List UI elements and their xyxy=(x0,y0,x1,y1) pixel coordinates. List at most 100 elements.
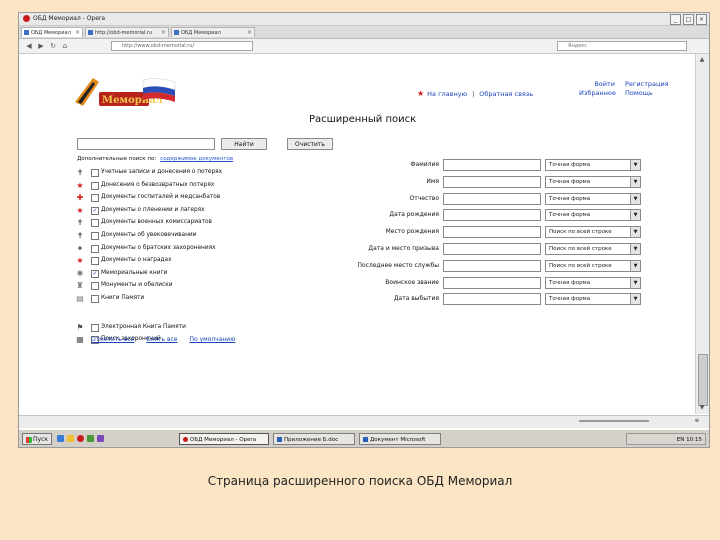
match-mode-select[interactable]: Точная форма ▼ xyxy=(545,159,641,171)
category-checkbox[interactable] xyxy=(91,257,99,266)
field-input[interactable] xyxy=(443,175,541,188)
quicklaunch-opera-icon[interactable] xyxy=(77,435,84,442)
dropdown-arrow-icon[interactable]: ▼ xyxy=(630,227,640,238)
search-field-row: Воинское звание Точная форма ▼ xyxy=(359,276,649,293)
category-item[interactable]: ★ Документы о наградах xyxy=(75,254,375,267)
match-mode-select[interactable]: Поиск по всей строке ▼ xyxy=(545,226,641,239)
dropdown-arrow-icon[interactable]: ▼ xyxy=(630,243,640,254)
login-link[interactable]: Войти xyxy=(579,80,615,89)
quicklaunch-folder-icon[interactable] xyxy=(67,435,74,442)
vertical-scrollbar[interactable]: ▲ ▼ xyxy=(695,54,709,414)
category-checkbox[interactable]: ✓ xyxy=(91,269,99,278)
category-item[interactable]: ✱ ✓ Мемориальные книги xyxy=(75,267,375,280)
dropdown-arrow-icon[interactable]: ▼ xyxy=(630,277,640,288)
category-item[interactable]: ★ ✓ Документы о пленении и лагерях xyxy=(75,204,375,217)
field-input[interactable] xyxy=(443,226,541,239)
category-item[interactable]: ✦ Документы о братских захоронениях xyxy=(75,242,375,255)
dropdown-arrow-icon[interactable]: ▼ xyxy=(630,176,640,187)
match-mode-select[interactable]: Точная форма ▼ xyxy=(545,192,641,205)
quicklaunch-app-icon[interactable] xyxy=(97,435,104,442)
scroll-up-icon[interactable]: ▲ xyxy=(698,56,706,64)
match-mode-select[interactable]: Точная форма ▼ xyxy=(545,276,641,289)
field-input[interactable] xyxy=(443,259,541,272)
dropdown-arrow-icon[interactable]: ▼ xyxy=(630,294,640,305)
category-item[interactable]: ✝ Документы военных комиссариатов xyxy=(75,216,375,229)
help-link[interactable]: Помощь xyxy=(625,89,653,98)
category-checkbox[interactable] xyxy=(91,294,99,303)
favorites-link[interactable]: Избранное xyxy=(579,89,616,98)
home-icon[interactable]: ⌂ xyxy=(61,42,69,50)
forward-icon[interactable]: ▶ xyxy=(37,42,45,50)
category-item[interactable]: ✝ Учетные записи и донесения о потерях xyxy=(75,166,375,179)
close-tab-icon[interactable]: × xyxy=(161,28,166,37)
category-item[interactable]: ▤ Книги Памяти xyxy=(75,292,375,305)
match-mode-select[interactable]: Точная форма ▼ xyxy=(545,175,641,188)
category-checkbox[interactable] xyxy=(91,181,99,190)
query-input[interactable] xyxy=(77,138,215,150)
default-link[interactable]: По умолчанию xyxy=(189,336,235,343)
home-link[interactable]: На главную xyxy=(427,90,467,98)
close-tab-icon[interactable]: × xyxy=(247,28,252,37)
address-field[interactable]: http://www.obd-memorial.ru/ xyxy=(111,41,253,51)
category-item[interactable]: ✝ Документы об увековечивании xyxy=(75,229,375,242)
category-item[interactable]: ★ Донесения о безвозвратных потерях xyxy=(75,179,375,192)
clear-all-link[interactable]: Снять все xyxy=(146,336,177,343)
category-label: Электронная Книга Памяти xyxy=(101,323,186,330)
dropdown-arrow-icon[interactable]: ▼ xyxy=(630,260,640,271)
category-checkbox[interactable]: ✓ xyxy=(91,206,99,215)
scroll-thumb[interactable] xyxy=(698,354,708,406)
category-checkbox[interactable] xyxy=(91,282,99,291)
field-input[interactable] xyxy=(443,242,541,255)
scroll-down-icon[interactable]: ▼ xyxy=(698,404,706,412)
category-checkbox[interactable] xyxy=(91,169,99,177)
category-checkbox[interactable] xyxy=(91,323,99,332)
quicklaunch-media-icon[interactable] xyxy=(87,435,94,442)
clear-button[interactable]: Очистить xyxy=(287,138,333,150)
select-all-link[interactable]: Отметить все xyxy=(91,336,134,343)
category-item[interactable]: ✚ Документы госпиталей и медсанбатов xyxy=(75,191,375,204)
category-checkbox[interactable] xyxy=(91,231,99,240)
zoom-icon[interactable]: ⊕ xyxy=(695,418,699,424)
start-button[interactable]: Пуск xyxy=(22,433,52,445)
match-mode-select[interactable]: Поиск по всей строке ▼ xyxy=(545,242,641,255)
maximize-button[interactable]: □ xyxy=(683,14,694,25)
search-field[interactable]: Яндекс xyxy=(557,41,687,51)
feedback-link[interactable]: Обратная связь xyxy=(479,90,533,98)
close-button[interactable]: × xyxy=(696,14,707,25)
tab-obd-1[interactable]: ОБД Мемориал × xyxy=(21,27,83,37)
taskbar-window-doc[interactable]: Документ Microsoft xyxy=(359,433,441,445)
category-item[interactable]: ⚑ Электронная Книга Памяти xyxy=(75,321,375,334)
category-checkbox[interactable] xyxy=(91,244,99,253)
category-icon: ✱ xyxy=(76,268,84,278)
field-input[interactable] xyxy=(443,276,541,289)
additional-link[interactable]: содержимое документов xyxy=(160,156,233,162)
browser-titlebar: ОБД Мемориал - Opera _ □ × xyxy=(19,13,709,26)
register-link[interactable]: Регистрация xyxy=(625,80,669,89)
category-item[interactable]: ♜ Монументы и обелиски xyxy=(75,279,375,292)
dropdown-arrow-icon[interactable]: ▼ xyxy=(630,193,640,204)
tab-obd-2[interactable]: http://obd-memorial.ru × xyxy=(85,27,169,37)
category-checkbox[interactable] xyxy=(91,219,99,228)
field-input[interactable] xyxy=(443,209,541,222)
field-input[interactable] xyxy=(443,192,541,205)
minimize-button[interactable]: _ xyxy=(670,14,681,25)
close-tab-icon[interactable]: × xyxy=(75,28,80,37)
tab-obd-3[interactable]: ОБД Мемориал × xyxy=(171,27,255,37)
field-input[interactable] xyxy=(443,293,541,306)
field-input[interactable] xyxy=(443,159,541,171)
taskbar-window-word[interactable]: Приложение Б.doc xyxy=(273,433,355,445)
match-mode-select[interactable]: Поиск по всей строке ▼ xyxy=(545,259,641,272)
category-label: Документы военных комиссариатов xyxy=(101,219,212,226)
zoom-slider[interactable] xyxy=(579,420,649,422)
taskbar-window-opera[interactable]: ОБД Мемориал - Opera xyxy=(179,433,269,445)
match-mode-select[interactable]: Точная форма ▼ xyxy=(545,293,641,306)
back-icon[interactable]: ◀ xyxy=(25,42,33,50)
find-button[interactable]: Найти xyxy=(221,138,267,150)
quicklaunch-ie-icon[interactable] xyxy=(57,435,64,442)
dropdown-arrow-icon[interactable]: ▼ xyxy=(630,160,640,170)
match-mode-value: Точная форма xyxy=(549,279,591,286)
dropdown-arrow-icon[interactable]: ▼ xyxy=(630,210,640,221)
category-checkbox[interactable] xyxy=(91,194,99,203)
match-mode-select[interactable]: Точная форма ▼ xyxy=(545,209,641,222)
reload-icon[interactable]: ↻ xyxy=(49,42,57,50)
